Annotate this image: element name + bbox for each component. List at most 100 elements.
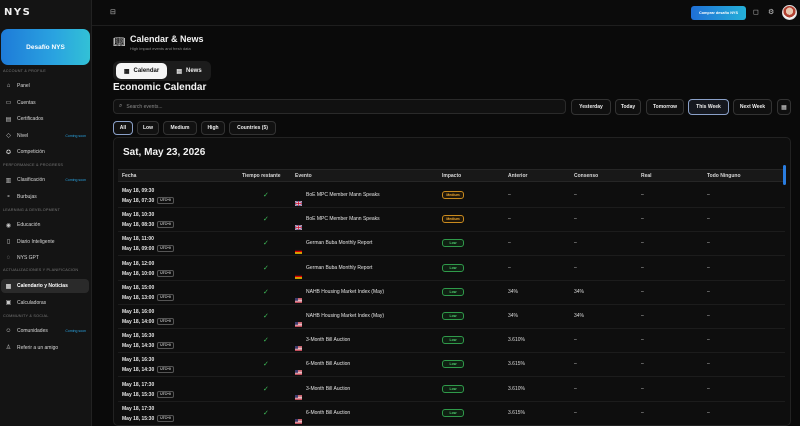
wallet-icon: ▭ [5,100,12,106]
buy-challenge-button[interactable]: Comprar desafío NYS [691,6,746,20]
event-name: 3-Month Bill Auction [306,337,351,344]
table-row[interactable]: May 18, 16:30 May 18, 14:30 UTC+0 ✓ 3-Month … [118,329,785,354]
sidebar-item-journal[interactable]: ▯ Diario Inteligente [1,235,89,249]
filter-medium-button[interactable]: Medium [163,121,197,135]
challenge-promo-button[interactable]: Desafío NYS [1,29,90,65]
event-name: 6-Month Bill Auction [306,361,351,368]
check-icon: ✓ [263,409,269,417]
col-tiempo-restante[interactable]: Tiempo restante [242,173,281,179]
sidebar-item-label: Panel [17,83,30,89]
range-this-week-button[interactable]: This Week [688,99,729,115]
flag-us-icon [295,314,302,327]
impact-badge: Low [442,408,464,417]
flag-us-icon [295,290,302,303]
event-name: 3-Month Bill Auction [306,385,351,392]
sidebar-item-community[interactable]: ☺ Comunidades Coming soon [1,324,89,338]
check-icon: ✓ [263,264,269,272]
settings-icon[interactable]: ⚙ [768,8,774,16]
event-name: NAHB Housing Market Index (May) [306,313,385,319]
range-today-button[interactable]: Today [615,99,641,115]
sidebar-item-trophy[interactable]: ✪ Competición [1,145,89,159]
sidebar-section-title: PERFORMANCE & PROGRESS [3,163,64,167]
calendar-icon: ▦ [123,68,130,75]
home-icon: ⌂ [6,83,11,89]
filter-countries-button[interactable]: Countries (5) [229,121,276,135]
todo-ninguno-value: – [707,240,710,247]
search-input[interactable] [126,103,527,110]
sidebar-item-wallet[interactable]: ▭ Cuentas [1,96,89,110]
col-impacto[interactable]: Impacto [442,173,461,179]
event-local-time-text: May 18, 12:00 [122,260,155,267]
todo-ninguno-value: – [707,409,710,416]
tab-calendar[interactable]: ▦ Calendar [116,63,167,79]
sidebar-item-level[interactable]: ◇ Nivel Coming soon [1,129,89,143]
sidebar-item-refer[interactable]: ♙ Referir a un amigo [1,341,89,355]
sidebar-item-ai[interactable]: ◌ NYS GPT [1,251,89,265]
range-yesterday-button[interactable]: Yesterday [571,99,611,115]
col-anterior[interactable]: Anterior [508,173,527,179]
table-row[interactable]: May 18, 10:30 May 18, 08:30 UTC+0 ✓ BoE MPC … [118,208,785,233]
range-next-week-button[interactable]: Next Week [733,99,772,115]
check-icon: ✓ [263,313,269,320]
sidebar-item-calculator[interactable]: ▣ Calculadoras [1,296,89,310]
notifications-icon[interactable]: ◻ [753,8,759,16]
todo-ninguno-value: – [707,337,710,344]
utc-badge: UTC+0 [157,318,174,325]
sidebar-item-education[interactable]: ◉ Educación [1,218,89,232]
ai-icon: ◌ [6,255,11,261]
nys-logo[interactable]: NYS [4,7,31,18]
sidebar-item-ranking[interactable]: ▥ Clasificación Coming soon [1,173,89,187]
page-subtitle: High impact events and fresh data [130,46,191,51]
table-row[interactable]: May 18, 17:30 May 18, 15:30 UTC+0 ✓ 3-Month … [118,378,785,402]
sidebar-item-calendar[interactable]: ▦ Calendario y Noticias [1,279,89,293]
consenso-value: 34% [574,313,585,319]
journal-icon: ▯ [6,239,11,245]
flag-uk-icon [294,193,303,207]
scrollbar-thumb[interactable] [783,165,786,185]
coming-soon-badge: Coming soon [65,133,86,138]
event-utc-time-text: May 18, 14:00 [122,319,155,325]
table-row[interactable]: May 18, 09:30 May 18, 07:30 UTC+0 ✓ BoE MPC … [118,184,785,208]
event-local-time-text: May 18, 16:00 [122,309,155,315]
event-name: BoE MPC Member Mann Speaks [306,192,380,198]
col-real[interactable]: Real [641,173,652,179]
calendar-icon: ▦ [5,283,12,290]
col-todo-ninguno[interactable]: Todo Ninguno [707,173,741,179]
avatar[interactable] [782,5,797,20]
event-local-time: May 18, 09:30 [122,188,154,194]
check-icon: ✓ [263,288,269,296]
table-row[interactable]: May 18, 12:00 May 18, 10:00 UTC+0 ✓ German B… [118,257,785,281]
event-utc-time-text: May 18, 15:30 [122,415,155,422]
sidebar-item-certificate[interactable]: ▤ Certificados [1,112,89,126]
sidebar-item-label: Competición [17,149,45,155]
real-value: – [641,240,644,247]
table-row[interactable]: May 18, 16:00 May 18, 14:00 UTC+0 ✓ NAHB Hou… [118,305,785,329]
col-consenso[interactable]: Consenso [574,173,598,179]
consenso-value: – [574,361,577,368]
sidebar-toggle-icon[interactable]: ⊟ [110,8,116,16]
col-evento[interactable]: Evento [295,173,312,179]
table-row[interactable]: May 18, 17:30 May 18, 15:30 UTC+0 ✓ 6-Month … [118,402,785,425]
event-utc-time: May 18, 14:30 UTC+0 [122,342,174,350]
anterior-value: 3.610% [508,337,525,344]
table-row[interactable]: May 18, 16:30 May 18, 14:30 UTC+0 ✓ 6-Month … [118,353,785,378]
sidebar-item-bubbles[interactable]: ∘ Burbujas [1,190,89,204]
event-name: German Buba Monthly Report [306,264,373,271]
filter-high-button[interactable]: High [201,121,225,135]
tab-news-label: News [185,68,202,74]
sidebar-item-label: Certificados [17,116,44,122]
sidebar-item-label: Educación [17,222,41,228]
date-picker-icon[interactable]: ▦ [777,99,791,115]
range-tomorrow-button[interactable]: Tomorrow [646,99,684,115]
filter-all-button[interactable]: All [113,121,133,135]
search-box[interactable]: ⌕ [113,99,566,114]
filter-low-button[interactable]: Low [137,121,159,135]
table-row[interactable]: May 18, 11:00 May 18, 09:00 UTC+0 ✓ German B… [118,232,785,257]
tab-news[interactable]: ▤ News [171,63,207,79]
table-row[interactable]: May 18, 15:00 May 18, 13:00 UTC+0 ✓ NAHB Hou… [118,281,785,305]
sidebar-item-home[interactable]: ⌂ Panel [1,79,89,93]
event-local-time-text: May 18, 16:30 [122,357,155,364]
event-utc-time-text: May 18, 13:00 [122,294,155,301]
col-fecha[interactable]: Fecha [122,173,136,179]
real-value: – [641,385,644,392]
